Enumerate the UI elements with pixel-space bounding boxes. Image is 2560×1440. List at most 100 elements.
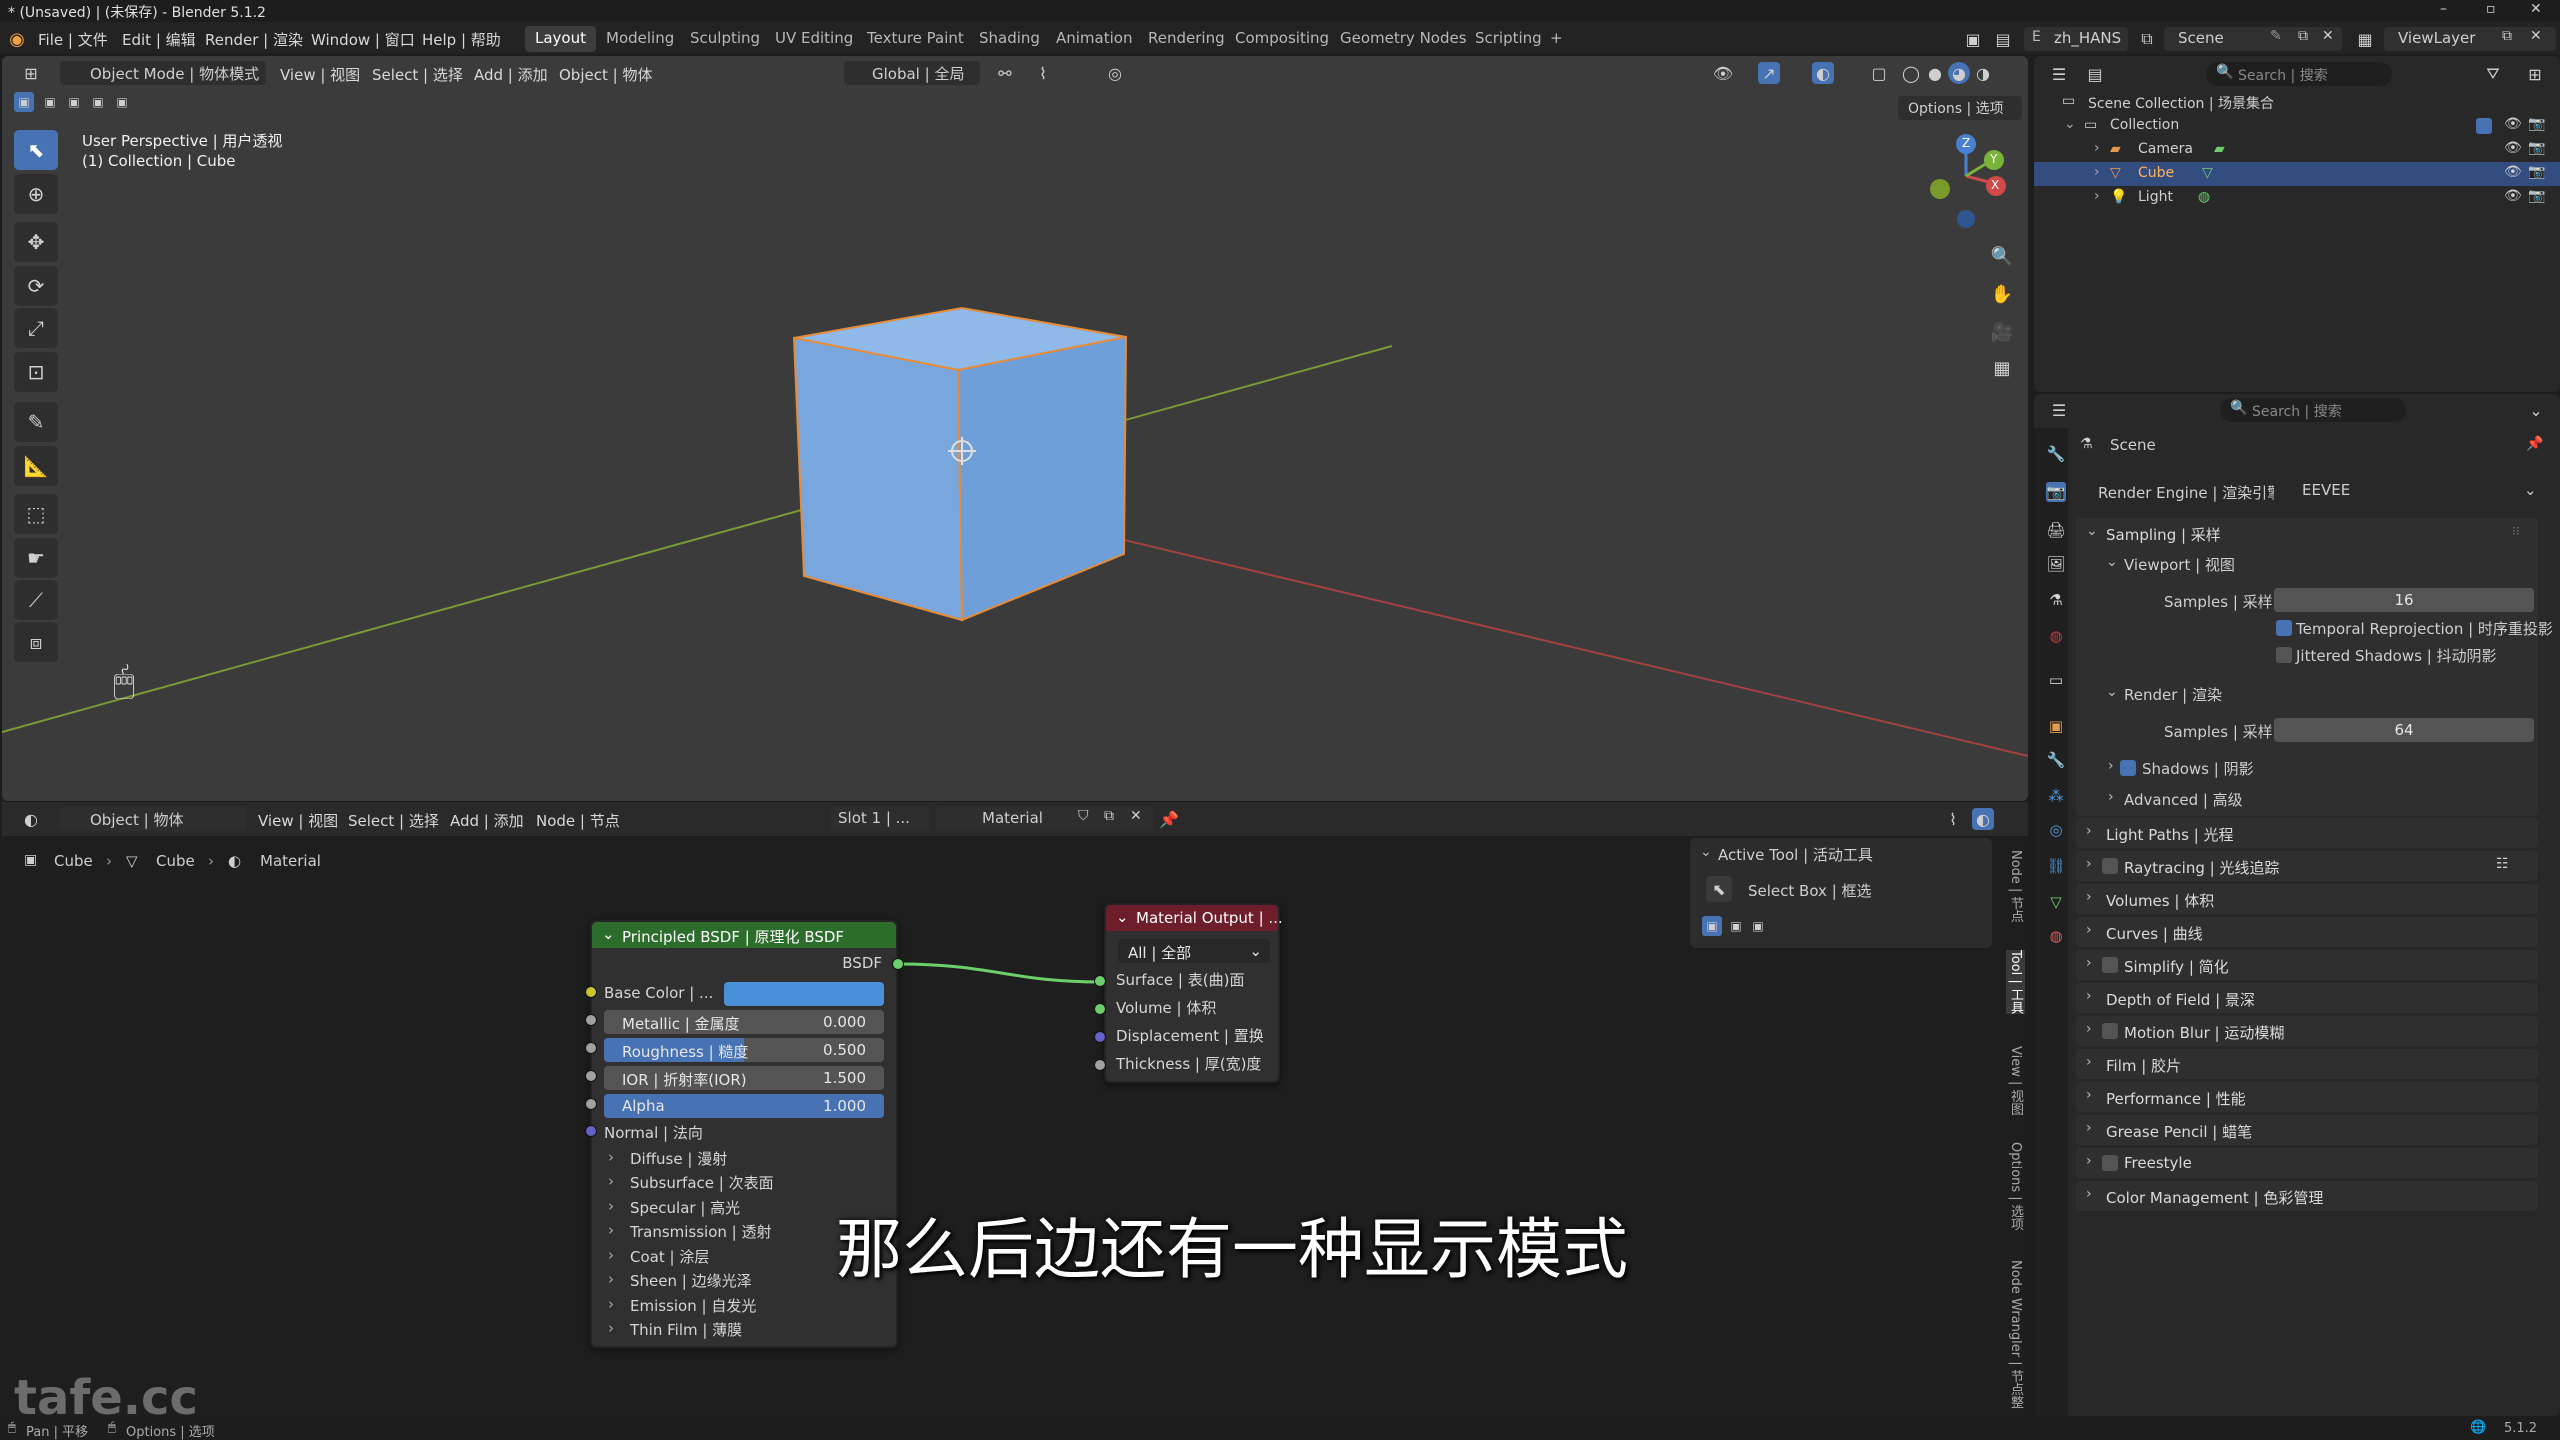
blender-logo-icon[interactable]: ◉ [6, 28, 28, 50]
menu-edit[interactable]: Edit | 编辑 [122, 29, 196, 50]
select-mode-new-icon[interactable]: ▣ [14, 92, 34, 112]
modifier-tab-icon[interactable]: 🔧 [2046, 750, 2066, 770]
raytracing-panel[interactable]: › Raytracing | 光线追踪 ☷ [2076, 851, 2538, 881]
alpha-field[interactable]: Alpha 1.000 [604, 1094, 884, 1118]
vp-menu-view[interactable]: View | 视图 [280, 64, 360, 85]
tool-cursor[interactable]: ⊕ [14, 174, 58, 214]
tool-transform[interactable]: ⊡ [14, 352, 58, 392]
tab-animation[interactable]: Animation [1046, 26, 1142, 52]
viewport-subpanel-title[interactable]: Viewport | 视图 [2124, 554, 2235, 575]
language-field[interactable]: E zh_HANS [2024, 27, 2128, 51]
render-camera-icon[interactable]: 📷 [2528, 140, 2545, 156]
render-tab-icon[interactable]: 📷 [2046, 482, 2066, 502]
shader-object-selector[interactable]: Object | 物体 [60, 807, 246, 831]
display-mode-icon[interactable]: ▤ [2082, 64, 2108, 84]
visibility-icon[interactable]: 👁 [1712, 62, 1734, 84]
jittered-shadows-checkbox[interactable] [2276, 647, 2292, 663]
physics-tab-icon[interactable]: ◎ [2046, 820, 2066, 840]
color-management-panel[interactable]: › Color Management | 色彩管理 [2076, 1181, 2538, 1211]
outliner-row-camera[interactable]: › ▰ Camera ▰ 👁 📷 [2034, 138, 2560, 162]
unlink-material-icon[interactable]: ✕ [1130, 808, 1142, 824]
vp-menu-object[interactable]: Object | 物体 [559, 64, 652, 85]
viewlayer-icon[interactable]: ▦ [2354, 28, 2376, 50]
collection-tab-icon[interactable]: ▭ [2046, 670, 2066, 690]
snap-node-icon[interactable]: ⌇ [1942, 808, 1964, 830]
output-node-header[interactable]: ⌄ Material Output | ... [1106, 905, 1283, 931]
output-target-dropdown[interactable]: All | 全部 ⌄ [1118, 939, 1270, 963]
xray-icon[interactable]: ▢ [1868, 62, 1890, 84]
select-mode-extend-icon[interactable]: ▣ [40, 92, 60, 112]
alpha-socket[interactable] [585, 1098, 597, 1110]
subpanel-diffuse[interactable]: Diffuse | 漫射 [630, 1148, 727, 1169]
pan-button[interactable]: ✋ [1984, 276, 2020, 312]
material-selector[interactable]: Material ⛉ ⧉ ✕ [936, 807, 1154, 831]
maximize-button[interactable]: ▫ [2486, 1, 2496, 17]
thickness-input-socket[interactable] [1094, 1059, 1106, 1071]
freestyle-checkbox[interactable] [2102, 1155, 2118, 1171]
tab-sculpting[interactable]: Sculpting [680, 26, 770, 52]
film-panel[interactable]: › Film | 胶片 [2076, 1049, 2538, 1079]
select-mode-invert-icon[interactable]: ▣ [88, 92, 108, 112]
side-tab-node-wrangler[interactable]: Node Wrangler | 节点整 [2006, 1260, 2025, 1409]
tab-scripting[interactable]: Scripting [1465, 26, 1552, 52]
data-tab-icon[interactable]: ▽ [2046, 892, 2066, 912]
tab-modeling[interactable]: Modeling [596, 26, 684, 52]
viewlayer-selector[interactable]: ViewLayer ⧉ ✕ [2384, 27, 2556, 51]
subpanel-sheen[interactable]: Sheen | 边缘光泽 [630, 1270, 752, 1291]
roughness-field[interactable]: Roughness | 糙度 0.500 [604, 1038, 884, 1062]
node-select-subtract-icon[interactable]: ▣ [1748, 916, 1768, 936]
ne-menu-add[interactable]: Add | 添加 [450, 810, 524, 831]
node-select-extend-icon[interactable]: ▣ [1726, 916, 1746, 936]
breadcrumb-object[interactable]: Cube [54, 852, 93, 870]
shading-material-icon[interactable]: ◕ [1948, 62, 1970, 84]
menu-window[interactable]: Window | 窗口 [311, 29, 415, 50]
outliner-search[interactable]: 🔍 Search | 搜索 [2206, 62, 2392, 86]
chevron-down-icon[interactable]: ⌄ [2524, 400, 2548, 420]
sampling-panel-title[interactable]: Sampling | 采样 [2106, 524, 2221, 545]
view-layer-tab-icon[interactable]: 🖼 [2046, 554, 2066, 574]
depth-of-field-panel[interactable]: › Depth of Field | 景深 [2076, 983, 2538, 1013]
render-icon[interactable]: ▣ [1962, 28, 1984, 50]
subpanel-transmission[interactable]: Transmission | 透射 [630, 1221, 772, 1242]
side-tab-view[interactable]: View | 视图 [2006, 1046, 2025, 1116]
advanced-subpanel-title[interactable]: Advanced | 高级 [2124, 789, 2243, 810]
outliner-row-scene-collection[interactable]: ▭ Scene Collection | 场景集合 [2034, 90, 2560, 114]
freestyle-panel[interactable]: › Freestyle [2076, 1148, 2538, 1178]
shading-solid-icon[interactable]: ● [1924, 62, 1946, 84]
surface-input-socket[interactable] [1094, 975, 1106, 987]
pin-icon[interactable]: 📌 [1158, 808, 1180, 830]
material-output-node[interactable]: ⌄ Material Output | ... All | 全部 ⌄ Surfa… [1104, 903, 1283, 1083]
bsdf-node-header[interactable]: ⌄ Principled BSDF | 原理化 BSDF [592, 922, 896, 948]
image-icon[interactable]: ▤ [1992, 28, 2014, 50]
shadows-checkbox[interactable] [2120, 760, 2136, 776]
scene-selector[interactable]: Scene ✎ ⧉ ✕ [2164, 27, 2342, 51]
breadcrumb-mesh[interactable]: Cube [156, 852, 195, 870]
eye-icon[interactable]: 👁 [2504, 164, 2522, 180]
tool-select-box[interactable]: ⬉ [14, 130, 58, 170]
fake-user-icon[interactable]: ⛉ [1078, 808, 1089, 824]
motion-blur-checkbox[interactable] [2102, 1023, 2118, 1039]
collapse-chevron-icon[interactable]: ⌄ [602, 925, 615, 943]
shading-rendered-icon[interactable]: ◑ [1972, 62, 1994, 84]
ior-socket[interactable] [585, 1070, 597, 1082]
volumes-panel[interactable]: › Volumes | 体积 [2076, 884, 2538, 914]
raytracing-checkbox[interactable] [2102, 858, 2118, 874]
constraints-tab-icon[interactable]: ⛓ [2046, 856, 2066, 876]
transform-orientation[interactable]: Global | 全局 [844, 61, 980, 85]
tab-texture-paint[interactable]: Texture Paint [857, 26, 974, 52]
mode-selector[interactable]: Object Mode | 物体模式 [60, 61, 266, 85]
world-tab-icon[interactable]: ◍ [2046, 626, 2066, 646]
proportional-edit-icon[interactable]: ◎ [1104, 62, 1126, 84]
close-button[interactable]: ✕ [2530, 1, 2542, 17]
vp-menu-select[interactable]: Select | 选择 [372, 64, 463, 85]
base-color-swatch[interactable] [724, 982, 884, 1006]
menu-help[interactable]: Help | 帮助 [422, 29, 501, 50]
menu-file[interactable]: File | 文件 [38, 29, 108, 50]
select-mode-subtract-icon[interactable]: ▣ [64, 92, 84, 112]
minimize-button[interactable]: – [2440, 1, 2447, 17]
duplicate-material-icon[interactable]: ⧉ [1104, 808, 1114, 824]
collapse-chevron-icon[interactable]: ⌄ [1116, 908, 1129, 926]
motion-blur-panel[interactable]: › Motion Blur | 运动模糊 [2076, 1016, 2538, 1046]
gizmo-toggle-icon[interactable]: ↗ [1758, 62, 1780, 84]
tab-compositing[interactable]: Compositing [1225, 26, 1339, 52]
